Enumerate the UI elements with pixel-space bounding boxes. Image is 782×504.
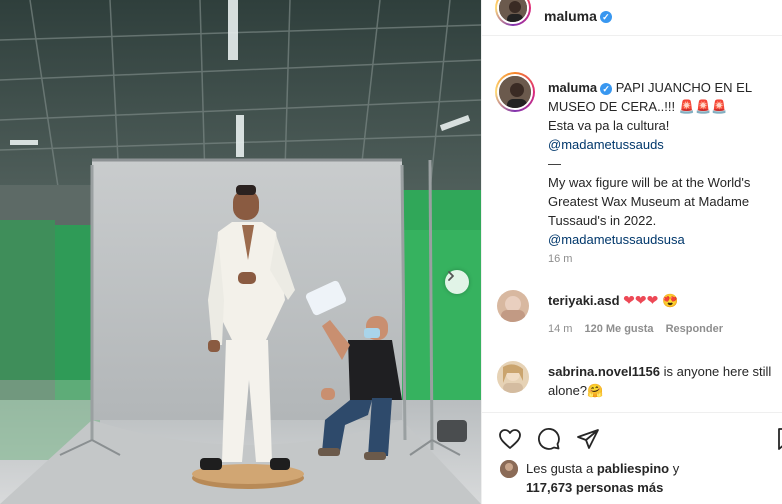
avatar-image <box>497 361 529 393</box>
avatar-image <box>499 76 531 108</box>
likes-count[interactable]: 117,673 personas más <box>526 480 663 495</box>
post-header: maluma ✓ <box>482 0 782 36</box>
next-photo-button[interactable] <box>445 270 469 294</box>
heart-eyes-emoji: 😍 <box>662 293 679 308</box>
reply-button[interactable]: Responder <box>666 323 723 335</box>
heart-icon[interactable] <box>498 427 522 451</box>
share-icon[interactable] <box>576 427 600 451</box>
hug-emoji: 🤗 <box>587 383 604 398</box>
liker-username[interactable]: pabliespino <box>597 461 669 476</box>
post-side-panel: maluma ✓ maluma ✓ PAPI JUANCHO EN EL MUSEO… <box>481 0 782 504</box>
caption-text: maluma ✓ PAPI JUANCHO EN EL MUSEO DE CERA… <box>548 78 778 249</box>
verified-badge-icon: ✓ <box>600 82 613 95</box>
comment-avatar[interactable] <box>497 290 529 322</box>
avatar-image <box>500 460 518 478</box>
liker-avatar[interactable] <box>500 460 518 478</box>
caption-divider: — <box>548 156 561 171</box>
caption-time[interactable]: 16 m <box>548 253 572 265</box>
chevron-right-icon <box>448 271 454 281</box>
post-photo[interactable] <box>0 0 481 504</box>
author-username[interactable]: maluma <box>544 8 597 24</box>
comment-text: sabrina.novel1156 is anyone here still a… <box>548 362 778 400</box>
likes-suffix: y <box>672 461 680 476</box>
hearts-emoji: ❤❤❤ <box>623 292 659 308</box>
comment-avatar[interactable] <box>497 361 529 393</box>
comment-username[interactable]: teriyaki.asd <box>548 293 620 308</box>
likes-text: Les gusta a pabliespino y 117,673 person… <box>526 459 679 497</box>
likes-summary: Les gusta a pabliespino y 117,673 person… <box>500 459 679 497</box>
likes-prefix: Les gusta a <box>526 461 594 476</box>
avatar-image <box>499 0 527 22</box>
verified-badge-icon: ✓ <box>599 10 612 23</box>
comment-meta: 14 m 120 Me gusta Responder <box>548 323 723 335</box>
header-user: maluma ✓ <box>544 8 612 26</box>
action-icons <box>498 427 600 451</box>
caption-avatar[interactable] <box>495 72 535 112</box>
post-actions: Les gusta a pabliespino y 117,673 person… <box>482 412 782 504</box>
comment-likes[interactable]: 120 Me gusta <box>584 323 653 335</box>
caption-username[interactable]: maluma <box>548 80 597 95</box>
bookmark-icon[interactable] <box>776 427 782 451</box>
avatar-image <box>497 290 529 322</box>
author-avatar[interactable] <box>495 0 531 26</box>
instagram-post-view: maluma ✓ maluma ✓ PAPI JUANCHO EN EL MUSEO… <box>0 0 782 504</box>
comment-username[interactable]: sabrina.novel1156 <box>548 364 660 379</box>
mention-link[interactable]: @madametussaudsusa <box>548 230 778 249</box>
caption-line3: My wax figure will be at the World's Gre… <box>548 175 751 228</box>
comment-time[interactable]: 14 m <box>548 323 572 335</box>
siren-emoji: 🚨🚨🚨 <box>678 99 728 114</box>
mention-link[interactable]: @madametussauds <box>548 135 778 154</box>
caption-line2: Esta va pa la cultura! <box>548 118 670 133</box>
photo-illustration <box>0 0 481 504</box>
comment-icon[interactable] <box>537 427 561 451</box>
comment-text: teriyaki.asd ❤❤❤ 😍 <box>548 291 778 310</box>
